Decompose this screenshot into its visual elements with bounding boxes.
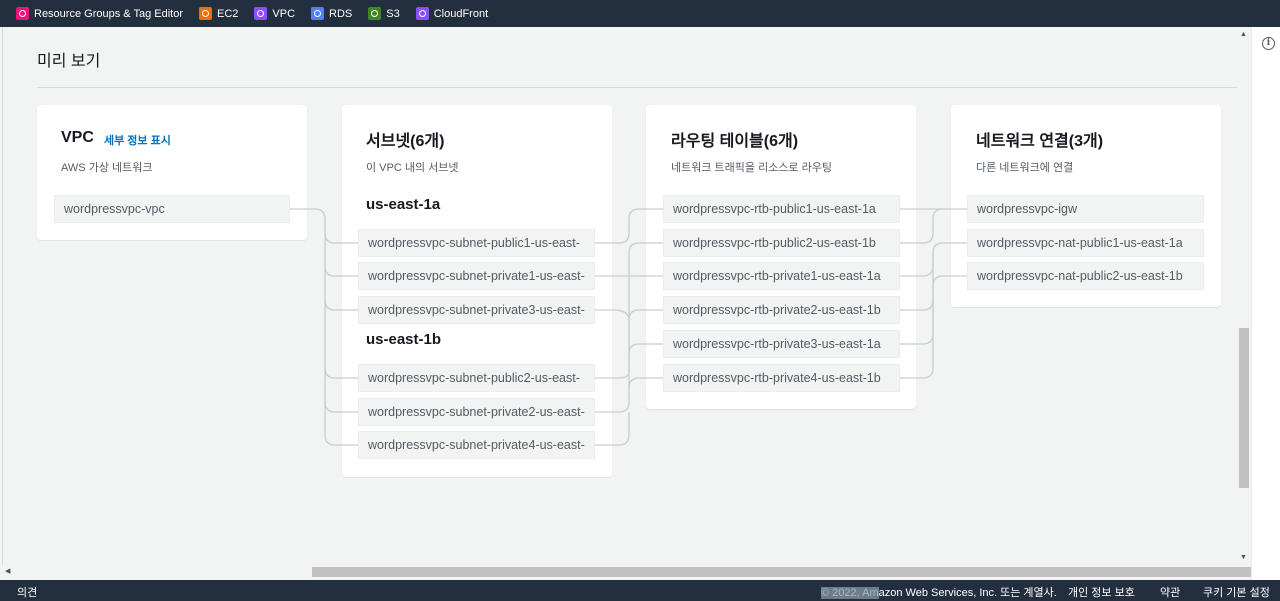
info-icon[interactable]: i — [1262, 37, 1275, 50]
route-tables-card-subtitle: 네트워크 트래픽을 리소스로 라우팅 — [671, 162, 832, 174]
favorite-label: CloudFront — [433, 7, 489, 20]
vertical-scrollbar[interactable]: ▲ ▼ — [1237, 27, 1251, 567]
scroll-down-icon[interactable]: ▼ — [1240, 554, 1247, 561]
vpc-node[interactable]: wordpressvpc-vpc — [54, 195, 290, 223]
network-connection-node[interactable]: wordpressvpc-nat-public2-us-east-1b — [967, 262, 1204, 290]
availability-zone-heading: us-east-1b — [366, 331, 442, 348]
terms-link[interactable]: 약관 — [1160, 584, 1180, 600]
copyright-rest: azon Web Services, Inc. 또는 계열사. — [878, 587, 1057, 599]
favorite-vpc[interactable]: VPC — [254, 7, 295, 20]
copyright-text: © 2022, Amazon Web Services, Inc. 또는 계열사… — [821, 584, 1057, 600]
network-connection-node[interactable]: wordpressvpc-nat-public1-us-east-1a — [967, 229, 1204, 257]
availability-zone-heading: us-east-1a — [366, 196, 441, 213]
footer: 의견 © 2022, Amazon Web Services, Inc. 또는 … — [0, 580, 1280, 601]
resource-groups-icon — [16, 7, 29, 20]
vpc-details-link[interactable]: 세부 정보 표시 — [104, 132, 171, 148]
subnet-node[interactable]: wordpressvpc-subnet-private1-us-east- — [358, 262, 595, 290]
favorite-s3[interactable]: S3 — [368, 7, 400, 20]
divider — [37, 87, 1237, 88]
s3-icon — [368, 7, 382, 20]
subnet-node[interactable]: wordpressvpc-subnet-private2-us-east- — [358, 398, 595, 426]
tools-panel-strip: i — [1251, 27, 1280, 580]
horizontal-scroll-thumb[interactable] — [312, 567, 1252, 577]
favorite-label: Resource Groups & Tag Editor — [34, 7, 183, 20]
favorite-cloudfront[interactable]: CloudFront — [415, 7, 489, 20]
subnets-card-subtitle: 이 VPC 내의 서브넷 — [366, 162, 459, 174]
scroll-up-icon[interactable]: ▲ — [1240, 31, 1247, 38]
favorite-resource-groups[interactable]: Resource Groups & Tag Editor — [16, 7, 183, 20]
cookie-preferences-link[interactable]: 쿠키 기본 설정 — [1203, 584, 1270, 600]
scroll-left-icon[interactable]: ◀ — [5, 567, 10, 575]
favorite-label: EC2 — [216, 7, 239, 20]
route-table-node[interactable]: wordpressvpc-rtb-private3-us-east-1a — [663, 330, 900, 358]
favorite-ec2[interactable]: EC2 — [198, 7, 239, 20]
top-navigation: Resource Groups & Tag Editor EC2 VPC RDS… — [0, 0, 1280, 27]
network-connection-node[interactable]: wordpressvpc-igw — [967, 195, 1204, 223]
subnets-card-title: 서브넷(6개) — [366, 133, 445, 150]
feedback-link[interactable]: 의견 — [17, 584, 37, 600]
route-table-node[interactable]: wordpressvpc-rtb-public1-us-east-1a — [663, 195, 900, 223]
vpc-icon — [254, 7, 268, 20]
favorite-label: VPC — [272, 7, 296, 20]
rds-icon — [311, 7, 325, 20]
favorite-label: S3 — [386, 7, 400, 20]
subnet-node[interactable]: wordpressvpc-subnet-public1-us-east- — [358, 229, 595, 257]
vpc-card-subtitle: AWS 가상 네트워크 — [61, 162, 153, 174]
cloudfront-icon — [415, 7, 429, 20]
privacy-link[interactable]: 개인 정보 보호 — [1068, 584, 1135, 600]
subnet-node[interactable]: wordpressvpc-subnet-private3-us-east- — [358, 296, 595, 324]
subnet-node[interactable]: wordpressvpc-subnet-public2-us-east- — [358, 364, 595, 392]
horizontal-scrollbar[interactable]: ◀ — [2, 565, 1252, 579]
network-connections-card-subtitle: 다른 네트워크에 연결 — [976, 162, 1074, 174]
favorite-rds[interactable]: RDS — [311, 7, 352, 20]
subnet-node[interactable]: wordpressvpc-subnet-private4-us-east- — [358, 431, 595, 459]
route-table-node[interactable]: wordpressvpc-rtb-public2-us-east-1b — [663, 229, 900, 257]
route-tables-card-title: 라우팅 테이블(6개) — [671, 133, 799, 150]
vpc-card-title: VPC — [61, 129, 94, 146]
route-table-node[interactable]: wordpressvpc-rtb-private2-us-east-1b — [663, 296, 900, 324]
favorite-label: RDS — [329, 7, 353, 20]
network-connections-card-title: 네트워크 연결(3개) — [976, 133, 1104, 150]
route-table-node[interactable]: wordpressvpc-rtb-private4-us-east-1b — [663, 364, 900, 392]
route-table-node[interactable]: wordpressvpc-rtb-private1-us-east-1a — [663, 262, 900, 290]
main-content: 미리 보기 VPC 세부 정보 표시 AWS 가상 네트워크 wordpress… — [2, 27, 1251, 567]
ec2-icon — [198, 7, 212, 20]
vertical-scroll-thumb[interactable] — [1239, 328, 1249, 488]
copyright-selected: © 2022, Am — [821, 587, 879, 599]
preview-title: 미리 보기 — [37, 53, 101, 70]
